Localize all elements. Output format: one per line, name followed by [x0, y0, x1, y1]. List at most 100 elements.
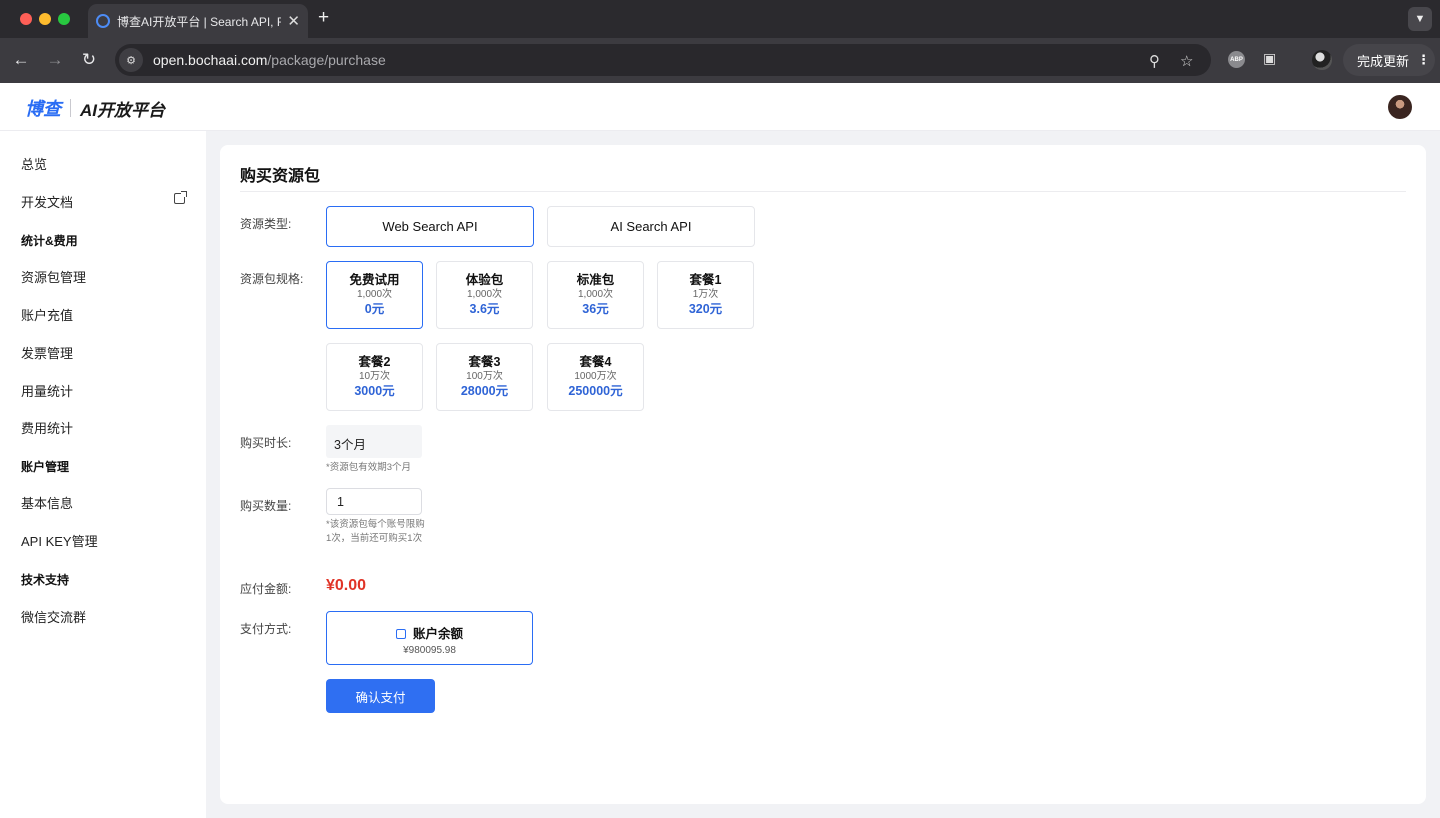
- url-path: /package/purchase: [267, 52, 386, 68]
- duration-hint: *资源包有效期3个月: [326, 462, 411, 473]
- browser-tab[interactable]: 博查AI开放平台 | Search API, F ✕: [88, 4, 308, 38]
- duration-select[interactable]: 3个月: [326, 425, 422, 458]
- quantity-hint: *该资源包每个账号限购1次，当前还可购买1次: [326, 519, 425, 544]
- package-name: 标准包: [576, 273, 615, 287]
- wallet-icon: [395, 629, 406, 639]
- sidebar-item-package-mgmt[interactable]: 资源包管理: [21, 267, 86, 286]
- duration-label: 购买时长:: [240, 436, 292, 450]
- package-option-plan-2[interactable]: 套餐2 10万次 3000元: [326, 343, 423, 411]
- resource-type-label: 资源类型:: [240, 217, 292, 231]
- extensions-puzzle-icon[interactable]: ▣: [1263, 50, 1276, 67]
- close-window-button[interactable]: [20, 13, 32, 25]
- logo[interactable]: 博查 AI开放平台: [25, 95, 165, 121]
- quantity-label: 购买数量:: [240, 499, 292, 513]
- app-page: 博查 AI开放平台 总览 开发文档 统计&费用 资源包管理 账户充值 发票管理 …: [0, 83, 1440, 818]
- package-option-plan-4[interactable]: 套餐4 1000万次 250000元: [547, 343, 644, 411]
- sidebar-item-overview[interactable]: 总览: [21, 154, 47, 173]
- app-header: 博查 AI开放平台: [0, 83, 1440, 131]
- quantity-input[interactable]: 1: [326, 488, 422, 515]
- sidebar-item-cost-stats[interactable]: 费用统计: [21, 418, 73, 437]
- amount-value: ¥0.00: [326, 577, 367, 594]
- package-price: 28000元: [460, 384, 509, 398]
- sidebar-group-stats: 统计&费用: [21, 234, 78, 248]
- payment-method-name: 账户余额: [412, 627, 463, 641]
- package-option-trial-pack[interactable]: 体验包 1,000次 3.6元: [436, 261, 533, 329]
- title-divider: [240, 191, 1406, 192]
- package-option-plan-1[interactable]: 套餐1 1万次 320元: [657, 261, 754, 329]
- logo-mark: 博查: [25, 99, 61, 119]
- address-bar[interactable]: ⚙ open.bochaai.com/package/purchase ⚲ ☆: [115, 44, 1211, 76]
- package-option-plan-3[interactable]: 套餐3 100万次 28000元: [436, 343, 533, 411]
- update-button[interactable]: 完成更新 ⋮: [1343, 44, 1435, 76]
- package-name: 体验包: [465, 273, 504, 287]
- confirm-payment-button[interactable]: 确认支付: [326, 679, 435, 713]
- sidebar-item-docs[interactable]: 开发文档: [21, 192, 73, 211]
- package-count: 10万次: [358, 371, 391, 382]
- payment-label: 支付方式:: [240, 622, 292, 636]
- page-title: 购买资源包: [240, 168, 321, 185]
- type-option-label: Web Search API: [382, 219, 478, 234]
- minimize-window-button[interactable]: [39, 13, 51, 25]
- sidebar: 总览 开发文档 统计&费用 资源包管理 账户充值 发票管理 用量统计 费用统计 …: [0, 131, 206, 818]
- package-count: 1,000次: [577, 289, 614, 300]
- browser-window: 博查AI开放平台 | Search API, F ✕ + ▼ ← → ↻ ⚙ o…: [0, 0, 1440, 818]
- update-label: 完成更新: [1357, 53, 1410, 69]
- sidebar-group-account: 账户管理: [21, 460, 70, 474]
- zoom-magnifier-icon[interactable]: ⚲: [1149, 52, 1160, 70]
- sidebar-item-recharge[interactable]: 账户充值: [21, 305, 73, 324]
- logo-text: AI开放平台: [80, 100, 165, 120]
- site-settings-icon[interactable]: ⚙: [119, 48, 143, 72]
- type-option-label: AI Search API: [610, 219, 692, 234]
- type-option-ai-search[interactable]: AI Search API: [547, 206, 755, 247]
- forward-arrow-icon[interactable]: →: [44, 49, 66, 71]
- package-spec-label: 资源包规格:: [240, 272, 304, 286]
- adblock-extension-icon[interactable]: ABP: [1228, 51, 1245, 68]
- purchase-card: 购买资源包 资源类型: Web Search API AI Search API…: [220, 145, 1426, 804]
- bookmark-star-icon[interactable]: ☆: [1180, 52, 1193, 70]
- package-name: 套餐3: [468, 355, 501, 369]
- browser-toolbar: ← → ↻ ⚙ open.bochaai.com/package/purchas…: [0, 38, 1440, 83]
- package-price: 250000元: [568, 384, 623, 398]
- sidebar-item-api-key[interactable]: API KEY管理: [21, 531, 98, 550]
- payment-option-balance[interactable]: 账户余额 ¥980095.98: [326, 611, 533, 665]
- external-link-icon[interactable]: [174, 191, 187, 204]
- package-count: 1,000次: [466, 289, 503, 300]
- reload-icon[interactable]: ↻: [78, 49, 100, 71]
- package-count: 100万次: [466, 371, 503, 382]
- package-price: 3000元: [354, 384, 395, 398]
- sidebar-group-support: 技术支持: [21, 573, 70, 587]
- package-name: 套餐1: [689, 273, 722, 287]
- bocha-favicon-icon: [96, 14, 110, 28]
- package-name: 免费试用: [349, 273, 400, 287]
- amount-label: 应付金额:: [240, 582, 292, 596]
- user-avatar[interactable]: [1388, 95, 1412, 119]
- package-name: 套餐4: [579, 355, 612, 369]
- package-option-standard[interactable]: 标准包 1,000次 36元: [547, 261, 644, 329]
- package-price: 0元: [364, 302, 385, 316]
- package-price: 36元: [582, 302, 609, 316]
- package-price: 320元: [688, 302, 723, 316]
- url-text[interactable]: open.bochaai.com/package/purchase: [153, 52, 386, 68]
- back-arrow-icon[interactable]: ←: [10, 49, 32, 71]
- package-option-free-trial[interactable]: 免费试用 1,000次 0元: [326, 261, 423, 329]
- payment-balance: ¥980095.98: [403, 645, 456, 656]
- tab-search-chevron-icon[interactable]: ▼: [1408, 7, 1432, 31]
- package-count: 1000万次: [574, 371, 617, 382]
- package-name: 套餐2: [358, 355, 391, 369]
- maximize-window-button[interactable]: [58, 13, 70, 25]
- sidebar-item-usage-stats[interactable]: 用量统计: [21, 381, 73, 400]
- sidebar-item-wechat-group[interactable]: 微信交流群: [21, 607, 86, 626]
- close-tab-icon[interactable]: ✕: [287, 12, 300, 30]
- new-tab-button[interactable]: +: [318, 8, 329, 28]
- logo-divider: [70, 99, 71, 117]
- tab-title: 博查AI开放平台 | Search API, F: [117, 14, 282, 29]
- sidebar-item-invoice[interactable]: 发票管理: [21, 343, 73, 362]
- sidebar-item-basic-info[interactable]: 基本信息: [21, 493, 73, 512]
- profile-avatar[interactable]: [1312, 50, 1332, 70]
- url-host: open.bochaai.com: [153, 52, 268, 68]
- package-price: 3.6元: [469, 302, 500, 316]
- package-count: 1万次: [692, 289, 719, 300]
- tab-bar: 博查AI开放平台 | Search API, F ✕ + ▼: [0, 0, 1440, 38]
- type-option-web-search[interactable]: Web Search API: [326, 206, 534, 247]
- package-count: 1,000次: [356, 289, 393, 300]
